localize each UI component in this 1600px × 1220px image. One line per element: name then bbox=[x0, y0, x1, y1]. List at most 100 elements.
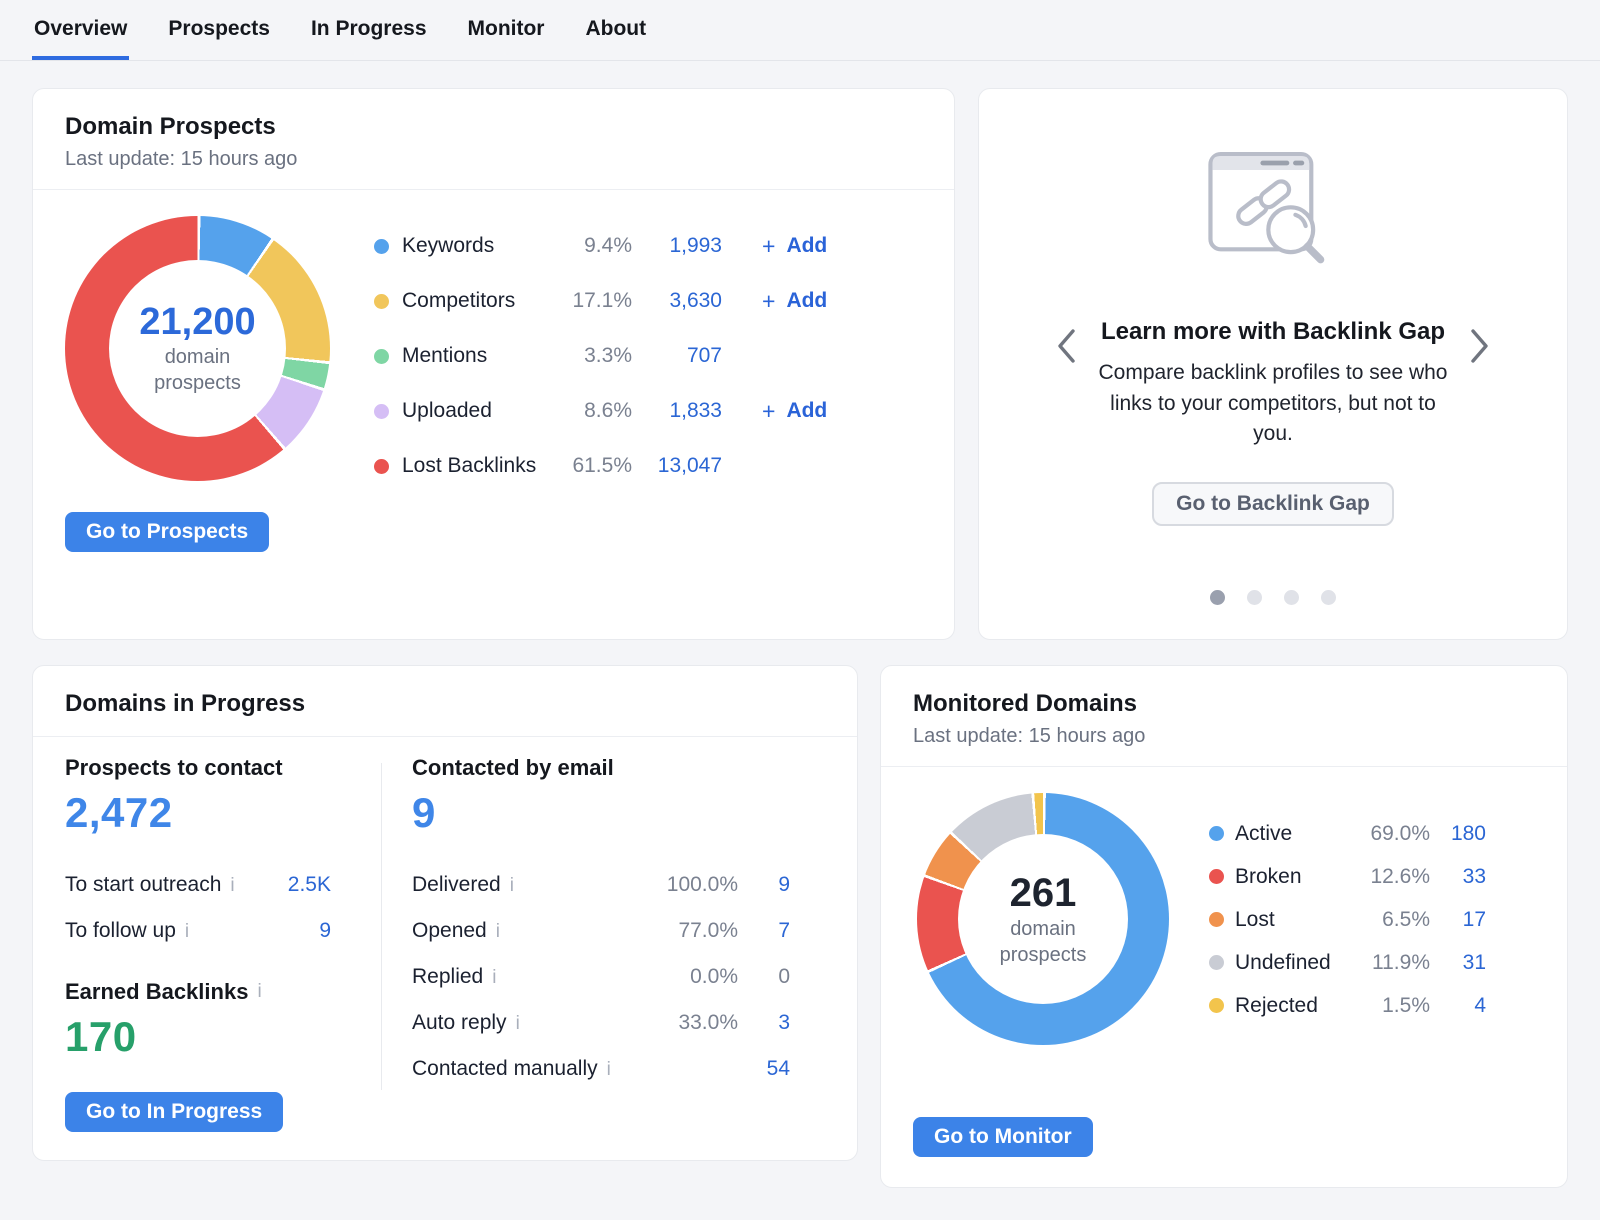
active-count-link[interactable]: 180 bbox=[1430, 822, 1486, 846]
info-icon[interactable]: i bbox=[607, 1059, 611, 1081]
legend-row-active: Active 69.0% 180 bbox=[1209, 819, 1486, 848]
legend-row-keywords: Keywords 9.4% 1,993 +Add bbox=[374, 228, 827, 264]
auto-reply-percent: 33.0% bbox=[638, 1011, 738, 1035]
legend-percent: 3.3% bbox=[560, 344, 632, 368]
broken-dot-icon bbox=[1209, 869, 1224, 884]
legend-percent: 1.5% bbox=[1357, 994, 1430, 1018]
domain-prospects-donut-chart: 21,200 domain prospects bbox=[65, 216, 330, 481]
legend-row-lost: Lost 6.5% 17 bbox=[1209, 905, 1486, 934]
legend-label: Mentions bbox=[402, 344, 560, 368]
legend-percent: 69.0% bbox=[1357, 822, 1430, 846]
broken-count-link[interactable]: 33 bbox=[1430, 865, 1486, 889]
top-nav: Overview Prospects In Progress Monitor A… bbox=[0, 0, 1600, 61]
carousel-dot-3[interactable] bbox=[1284, 590, 1299, 605]
link-building-overview-page: Overview Prospects In Progress Monitor A… bbox=[0, 0, 1600, 1220]
legend-label: Rejected bbox=[1235, 994, 1357, 1018]
opened-value[interactable]: 7 bbox=[738, 919, 790, 943]
carousel-next-icon[interactable] bbox=[1467, 326, 1493, 366]
carousel-prev-icon[interactable] bbox=[1053, 326, 1079, 366]
tab-prospects[interactable]: Prospects bbox=[166, 0, 272, 60]
opened-percent: 77.0% bbox=[638, 919, 738, 943]
to-follow-up-row: To follow up i 9 bbox=[65, 919, 331, 943]
uploaded-count-link[interactable]: 1,833 bbox=[632, 399, 722, 423]
delivered-row: Delivered i 100.0% 9 bbox=[412, 873, 790, 897]
legend-label: Uploaded bbox=[402, 399, 560, 423]
lost-count-link[interactable]: 17 bbox=[1430, 908, 1486, 932]
carousel-dot-1[interactable] bbox=[1210, 590, 1225, 605]
domains-in-progress-card: Domains in Progress Prospects to contact… bbox=[32, 665, 858, 1161]
auto-reply-row: Auto reply i 33.0% 3 bbox=[412, 1011, 790, 1035]
info-icon[interactable]: i bbox=[516, 1013, 520, 1035]
mentions-count-link[interactable]: 707 bbox=[632, 344, 722, 368]
active-dot-icon bbox=[1209, 826, 1224, 841]
legend-label: Keywords bbox=[402, 234, 560, 258]
tab-monitor[interactable]: Monitor bbox=[466, 0, 547, 60]
legend-row-undefined: Undefined 11.9% 31 bbox=[1209, 948, 1486, 977]
contacted-by-email-value: 9 bbox=[412, 789, 790, 837]
competitors-count-link[interactable]: 3,630 bbox=[632, 289, 722, 313]
carousel-dot-2[interactable] bbox=[1247, 590, 1262, 605]
go-to-in-progress-button[interactable]: Go to In Progress bbox=[65, 1092, 283, 1132]
domain-prospects-header: Domain Prospects Last update: 15 hours a… bbox=[33, 89, 954, 190]
legend-row-broken: Broken 12.6% 33 bbox=[1209, 862, 1486, 891]
add-competitors-button[interactable]: +Add bbox=[762, 288, 827, 315]
monitored-domains-header: Monitored Domains Last update: 15 hours … bbox=[881, 666, 1567, 767]
go-to-backlink-gap-button[interactable]: Go to Backlink Gap bbox=[1152, 482, 1394, 526]
tab-in-progress[interactable]: In Progress bbox=[309, 0, 429, 60]
domain-prospects-legend: Keywords 9.4% 1,993 +Add Competitors 17.… bbox=[374, 228, 827, 484]
opened-row: Opened i 77.0% 7 bbox=[412, 919, 790, 943]
lost-backlinks-count-link[interactable]: 13,047 bbox=[632, 454, 722, 478]
earned-backlinks-header: Earned Backlinks i bbox=[65, 979, 347, 1005]
delivered-value[interactable]: 9 bbox=[738, 873, 790, 897]
backlink-gap-title: Learn more with Backlink Gap bbox=[1101, 313, 1445, 350]
info-icon[interactable]: i bbox=[257, 981, 261, 1003]
donut-center: 21,200 domain prospects bbox=[109, 260, 286, 437]
donut-center-label: domain prospects bbox=[138, 344, 258, 396]
to-follow-up-value[interactable]: 9 bbox=[319, 919, 331, 943]
section-header: Prospects to contact bbox=[65, 755, 347, 781]
domains-in-progress-header: Domains in Progress bbox=[33, 666, 857, 737]
go-to-monitor-button[interactable]: Go to Monitor bbox=[913, 1117, 1093, 1157]
replied-row: Replied i 0.0% 0 bbox=[412, 965, 790, 989]
legend-row-uploaded: Uploaded 8.6% 1,833 +Add bbox=[374, 393, 827, 429]
go-to-prospects-button[interactable]: Go to Prospects bbox=[65, 512, 269, 552]
mentions-dot-icon bbox=[374, 349, 389, 364]
prospects-to-contact-section: Prospects to contact 2,472 To start outr… bbox=[65, 755, 381, 1132]
to-start-outreach-value[interactable]: 2.5K bbox=[288, 873, 331, 897]
auto-reply-value[interactable]: 3 bbox=[738, 1011, 790, 1035]
keywords-count-link[interactable]: 1,993 bbox=[632, 234, 722, 258]
replied-percent: 0.0% bbox=[638, 965, 738, 989]
rejected-dot-icon bbox=[1209, 998, 1224, 1013]
backlink-gap-promo-card: Learn more with Backlink Gap Compare bac… bbox=[978, 88, 1568, 640]
add-keywords-button[interactable]: +Add bbox=[762, 233, 827, 260]
card-title: Domain Prospects bbox=[65, 113, 922, 141]
to-start-outreach-row: To start outreach i 2.5K bbox=[65, 873, 331, 897]
monitored-domains-card: Monitored Domains Last update: 15 hours … bbox=[880, 665, 1568, 1188]
donut-center-value: 261 bbox=[1010, 871, 1077, 916]
legend-percent: 11.9% bbox=[1357, 951, 1430, 975]
legend-label: Lost bbox=[1235, 908, 1357, 932]
legend-percent: 17.1% bbox=[560, 289, 632, 313]
carousel-dots bbox=[979, 590, 1567, 605]
competitors-dot-icon bbox=[374, 294, 389, 309]
legend-row-rejected: Rejected 1.5% 4 bbox=[1209, 991, 1486, 1020]
rejected-count-link[interactable]: 4 bbox=[1430, 994, 1486, 1018]
info-icon[interactable]: i bbox=[492, 967, 496, 989]
carousel-dot-4[interactable] bbox=[1321, 590, 1336, 605]
undefined-count-link[interactable]: 31 bbox=[1430, 951, 1486, 975]
contacted-manually-value[interactable]: 54 bbox=[738, 1057, 790, 1081]
legend-label: Undefined bbox=[1235, 951, 1357, 975]
donut-center-value: 21,200 bbox=[139, 301, 255, 344]
main-content: Domain Prospects Last update: 15 hours a… bbox=[0, 61, 1600, 1220]
info-icon[interactable]: i bbox=[496, 921, 500, 943]
info-icon[interactable]: i bbox=[230, 875, 234, 897]
plus-icon: + bbox=[762, 398, 775, 425]
info-icon[interactable]: i bbox=[185, 921, 189, 943]
tab-about[interactable]: About bbox=[583, 0, 648, 60]
add-uploaded-button[interactable]: +Add bbox=[762, 398, 827, 425]
info-icon[interactable]: i bbox=[510, 875, 514, 897]
donut-center: 261 domain prospects bbox=[958, 834, 1128, 1004]
legend-percent: 6.5% bbox=[1357, 908, 1430, 932]
tab-overview[interactable]: Overview bbox=[32, 0, 129, 60]
card-title: Domains in Progress bbox=[65, 690, 825, 718]
